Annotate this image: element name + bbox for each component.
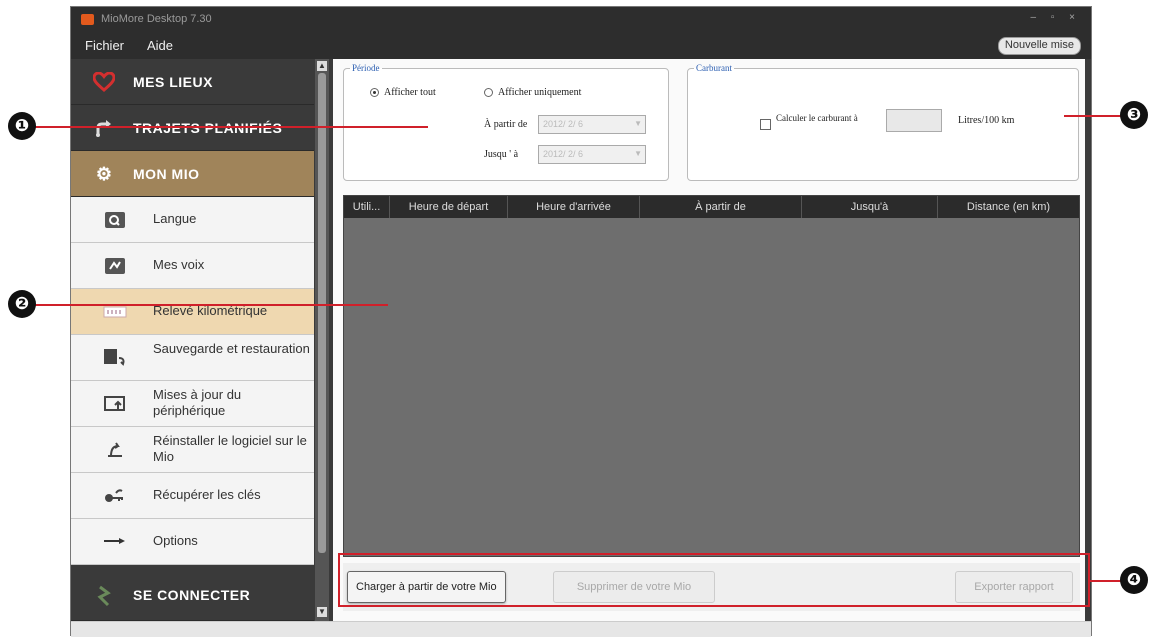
callout-line-1 <box>28 126 428 128</box>
callout-line-4 <box>1090 580 1124 582</box>
chevron-down-icon[interactable]: ▼ <box>634 119 642 128</box>
app-logo-icon <box>81 14 94 25</box>
menu-bar: Fichier Aide Nouvelle mise <box>71 33 1091 59</box>
device-update-icon <box>103 393 127 415</box>
scroll-thumb[interactable] <box>318 73 326 553</box>
table-header: Utili... Heure de départ Heure d'arrivée… <box>344 196 1079 218</box>
sidebar-item-label: Mises à jour du périphérique <box>153 387 242 418</box>
sidebar-item-langue[interactable]: Langue <box>71 197 314 243</box>
sidebar-item-label: Langue <box>153 211 197 226</box>
fuel-group: Carburant Calculer le carburant à Litres… <box>687 63 1079 181</box>
route-icon <box>93 117 115 139</box>
sidebar-item-label: Sauvegarde et restauration <box>153 341 310 356</box>
sidebar-item-recuperer-cles[interactable]: Récupérer les clés <box>71 473 314 519</box>
reinstall-icon <box>103 439 127 461</box>
fuel-checkbox[interactable] <box>760 119 771 130</box>
scroll-down-icon[interactable]: ▼ <box>317 607 327 617</box>
fuel-calc-label: Calculer le carburant à <box>776 113 858 123</box>
trip-table[interactable]: Utili... Heure de départ Heure d'arrivée… <box>343 195 1080 557</box>
window-controls[interactable]: – ▫ × <box>1030 12 1081 23</box>
sidebar-item-mises-a-jour[interactable]: Mises à jour du périphérique <box>71 381 314 427</box>
fuel-consumption-input[interactable] <box>886 109 942 132</box>
to-date-value: 2012/ 2/ 6 <box>543 149 584 159</box>
sidebar-item-sauvegarde[interactable]: Sauvegarde et restauration <box>71 335 314 381</box>
plug-icon <box>93 585 115 607</box>
column-header[interactable]: Utili... <box>344 196 390 218</box>
sidebar-item-label: Récupérer les clés <box>153 487 261 502</box>
fuel-unit-label: Litres/100 km <box>958 115 1015 126</box>
from-date-value: 2012/ 2/ 6 <box>543 119 584 129</box>
radio-dot-icon <box>484 88 493 97</box>
update-button[interactable]: Nouvelle mise <box>997 37 1081 55</box>
sidebar-item-mes-lieux[interactable]: MES LIEUX <box>71 59 314 105</box>
heart-icon <box>93 71 115 93</box>
window-title: MioMore Desktop 7.30 <box>101 13 212 25</box>
status-bar <box>71 621 1091 637</box>
chevron-down-icon[interactable]: ▼ <box>634 149 642 158</box>
gear-icon: ⚙ <box>95 163 113 184</box>
sidebar-scrollbar[interactable]: ▲ ▼ <box>315 59 329 621</box>
to-label: Jusqu ' à <box>484 149 519 160</box>
scroll-up-icon[interactable]: ▲ <box>317 61 327 71</box>
callout-marker-2: ❷ <box>8 290 36 318</box>
sidebar: MES LIEUX TRAJETS PLANIFIÉS ⚙ MON MIO La… <box>71 59 314 621</box>
sidebar-main-label: TRAJETS PLANIFIÉS <box>133 120 283 136</box>
callout-box-4 <box>338 553 1090 607</box>
sidebar-item-mon-mio[interactable]: ⚙ MON MIO <box>71 151 314 197</box>
sidebar-main-label: MES LIEUX <box>133 74 213 90</box>
sidebar-item-label: Réinstaller le logiciel sur le Mio <box>153 433 307 464</box>
menu-help[interactable]: Aide <box>147 38 173 53</box>
from-date-field[interactable]: 2012/ 2/ 6 ▼ <box>538 115 646 134</box>
column-header[interactable]: Jusqu'à <box>802 196 938 218</box>
sidebar-main-label: SE CONNECTER <box>133 587 251 603</box>
period-legend: Période <box>352 63 380 73</box>
radio-show-all[interactable]: Afficher tout <box>370 87 436 98</box>
sidebar-item-reinstaller[interactable]: Réinstaller le logiciel sur le Mio <box>71 427 314 473</box>
backup-icon <box>103 347 127 369</box>
sidebar-item-label: Options <box>153 533 198 548</box>
sidebar-item-mes-voix[interactable]: Mes voix <box>71 243 314 289</box>
options-icon <box>103 531 127 553</box>
column-header[interactable]: Heure d'arrivée <box>508 196 640 218</box>
language-icon <box>103 209 127 231</box>
callout-marker-3: ❸ <box>1120 101 1148 129</box>
from-label: À partir de <box>484 119 528 130</box>
key-icon <box>103 485 127 507</box>
period-group: Période Afficher tout Afficher uniquemen… <box>343 63 669 181</box>
title-bar: MioMore Desktop 7.30 – ▫ × <box>71 7 1091 33</box>
radio-label: Afficher tout <box>384 87 436 98</box>
voice-icon <box>103 255 127 277</box>
radio-show-only[interactable]: Afficher uniquement <box>484 87 581 98</box>
menu-file[interactable]: Fichier <box>85 38 124 53</box>
column-header[interactable]: Distance (en km) <box>938 196 1079 218</box>
app-window: MioMore Desktop 7.30 – ▫ × Fichier Aide … <box>70 6 1092 637</box>
column-header[interactable]: Heure de départ <box>390 196 508 218</box>
sidebar-main-label: MON MIO <box>133 166 200 182</box>
to-date-field[interactable]: 2012/ 2/ 6 ▼ <box>538 145 646 164</box>
radio-label: Afficher uniquement <box>498 87 582 98</box>
fuel-legend: Carburant <box>696 63 732 73</box>
main-panel: Période Afficher tout Afficher uniquemen… <box>333 59 1085 621</box>
sidebar-item-releve-kilometrique[interactable]: Relevé kilométrique <box>71 289 314 335</box>
radio-dot-icon <box>370 88 379 97</box>
callout-line-3 <box>1064 115 1122 117</box>
callout-line-2 <box>28 304 388 306</box>
column-header[interactable]: À partir de <box>640 196 802 218</box>
sidebar-item-options[interactable]: Options <box>71 519 314 565</box>
sidebar-item-label: Mes voix <box>153 257 205 272</box>
sidebar-item-se-connecter[interactable]: SE CONNECTER <box>71 569 314 621</box>
callout-marker-1: ❶ <box>8 112 36 140</box>
sidebar-item-trajets[interactable]: TRAJETS PLANIFIÉS <box>71 105 314 151</box>
callout-marker-4: ❹ <box>1120 566 1148 594</box>
